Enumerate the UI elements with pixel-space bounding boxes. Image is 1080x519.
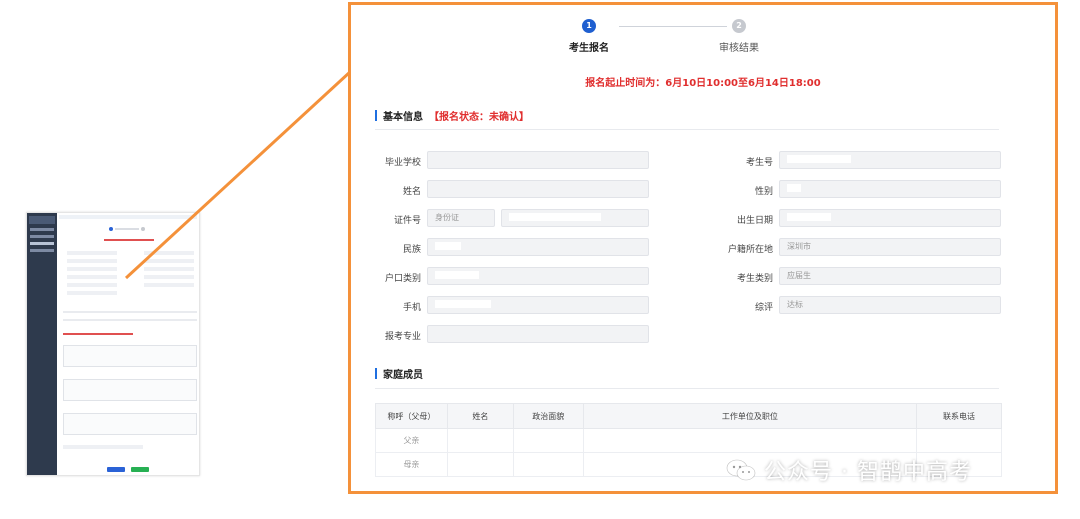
ethnicity-label: 民族 [402,245,421,255]
page-thumbnail [26,212,200,476]
registration-status: 【报名状态：未确认】 [429,112,529,123]
hukou-type-label: 户口类别 [384,274,421,284]
progress-steps: 1 考生报名 2 审核结果 [569,19,779,59]
watermark: 公众号 · 智鹊中高考 [726,454,972,486]
section-divider [375,388,999,389]
ethnicity-field[interactable] [427,238,649,256]
name-input[interactable] [446,452,514,477]
step-2-label: 审核结果 [719,43,759,54]
step-1: 1 考生报名 [554,19,624,54]
hukou-type-field[interactable] [427,267,649,285]
phone-field[interactable] [427,296,649,314]
step-2: 2 审核结果 [704,19,774,54]
rating-field[interactable]: 达标 [779,296,1001,314]
watermark-text: 公众号 · 智鹊中高考 [764,460,972,485]
screenshot-stage: 1 考生报名 2 审核结果 报名起止时间为：6月10日10:00至6月14日18… [0,0,1080,519]
birth-label: 出生日期 [736,216,773,226]
hukou-place-field[interactable]: 深圳市 [779,238,1001,256]
gender-label: 性别 [754,187,773,197]
step-2-dot: 2 [732,19,746,33]
exam-no-label: 考生号 [745,158,773,168]
exam-no-field[interactable] [779,151,1001,169]
step-1-dot: 1 [582,19,596,33]
col-politics: 政治面貌 [512,403,584,429]
registration-deadline: 报名起止时间为：6月10日10:00至6月14日18:00 [585,78,821,89]
school-field[interactable] [427,151,649,169]
col-workplace: 工作单位及职位 [582,403,918,429]
zoom-frame: 1 考生报名 2 审核结果 报名起止时间为：6月10日10:00至6月14日18… [348,2,1058,494]
thumbnail-main [59,215,197,473]
major-field[interactable] [427,325,649,343]
rating-label: 综评 [754,303,773,313]
relation-cell: 父亲 [375,428,448,453]
thumbnail-sidebar [27,213,57,475]
family-title: 家庭成员 [375,366,423,381]
col-phone: 联系电话 [916,403,1002,429]
candidate-type-label: 考生类别 [736,274,773,284]
col-relation: 称呼（父母） [375,403,448,429]
basic-info-title: 基本信息 【报名状态：未确认】 [375,108,529,123]
relation-cell: 母亲 [375,452,448,477]
phone-label: 手机 [402,303,421,313]
name-field[interactable] [427,180,649,198]
id-type-select[interactable]: 身份证 [427,209,495,227]
gender-field[interactable] [779,180,1001,198]
section-accent-bar [375,368,377,379]
politics-input[interactable] [512,428,584,453]
birth-field[interactable] [779,209,1001,227]
id-number-field[interactable] [501,209,649,227]
major-label: 报考专业 [384,332,421,342]
col-name: 姓名 [446,403,514,429]
id-label: 证件号 [393,216,421,226]
wechat-icon [726,459,756,481]
politics-input[interactable] [512,452,584,477]
workplace-input[interactable] [582,428,918,453]
candidate-type-field[interactable]: 应届生 [779,267,1001,285]
section-accent-bar [375,110,377,121]
school-label: 毕业学校 [384,158,421,168]
table-header-row: 称呼（父母） 姓名 政治面貌 工作单位及职位 联系电话 [375,403,1002,429]
section-divider [375,129,999,130]
hukou-place-label: 户籍所在地 [727,245,773,255]
table-row: 父亲 [375,428,1002,453]
family-heading: 家庭成员 [383,370,423,381]
basic-info-heading: 基本信息 [383,112,423,123]
phone-input[interactable] [916,428,1002,453]
name-input[interactable] [446,428,514,453]
step-1-label: 考生报名 [569,43,609,54]
name-label: 姓名 [402,187,421,197]
